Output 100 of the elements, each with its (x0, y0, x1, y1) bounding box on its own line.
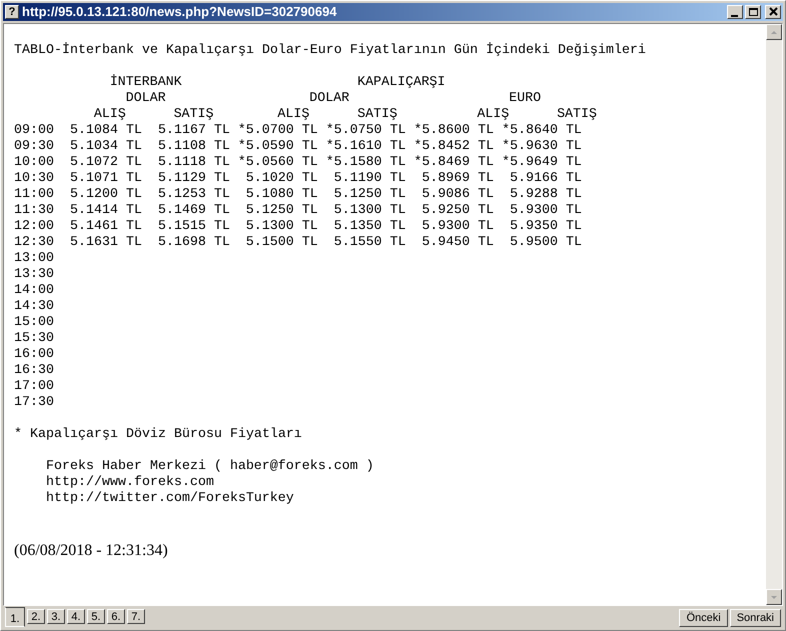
group-header: KAPALIÇARŞI (357, 75, 446, 91)
rate-cell: 5.1469 TL (158, 203, 230, 219)
rate-cell: *5.9649 TL (502, 155, 582, 171)
rate-cell: 5.9450 TL (422, 235, 494, 251)
next-button[interactable]: Sonraki (730, 609, 781, 627)
page-tab[interactable]: 6. (107, 609, 125, 624)
window-title: http://95.0.13.121:80/news.php?NewsID=302790694 (22, 4, 337, 20)
time-cell: 12:30 (14, 235, 54, 251)
source-line: http://www.foreks.com (46, 475, 214, 490)
time-cell: 15:30 (14, 331, 54, 347)
rate-cell: 5.1108 TL (158, 139, 230, 155)
currency-header: DOLAR (309, 91, 350, 107)
rate-cell: 5.1034 TL (70, 139, 142, 155)
time-cell: 10:30 (14, 171, 54, 187)
rate-cell: 5.1631 TL (70, 235, 142, 251)
page-tab[interactable]: 1. (5, 607, 25, 627)
column-header: SATIŞ (174, 107, 214, 123)
rate-cell: 5.1071 TL (70, 171, 142, 187)
rate-cell: 5.9350 TL (510, 219, 582, 235)
rate-cell: 5.9300 TL (510, 203, 582, 219)
previous-button[interactable]: Önceki (679, 609, 728, 627)
rate-cell: 5.1461 TL (70, 219, 142, 235)
scroll-down-icon[interactable] (766, 589, 782, 605)
rate-cell: 5.1253 TL (158, 187, 230, 203)
page-tab[interactable]: 5. (87, 609, 105, 624)
rate-cell: *5.8600 TL (414, 123, 494, 139)
rate-cell: 5.1084 TL (70, 123, 142, 139)
rate-cell: 5.1515 TL (158, 219, 230, 235)
column-header: ALIŞ (94, 107, 126, 123)
rate-cell: *5.0560 TL (238, 155, 318, 171)
scroll-up-icon[interactable] (766, 24, 782, 40)
rate-cell: *5.8469 TL (414, 155, 494, 171)
rate-cell: 5.9166 TL (510, 171, 582, 187)
time-cell: 09:30 (14, 139, 54, 155)
rate-cell: 5.9086 TL (422, 187, 494, 203)
maximize-icon[interactable] (745, 5, 761, 19)
rate-cell: 5.1250 TL (246, 203, 318, 219)
rate-cell: 5.1300 TL (246, 219, 318, 235)
rate-cell: 5.1414 TL (70, 203, 142, 219)
rate-cell: 5.1698 TL (158, 235, 230, 251)
minimize-icon[interactable] (727, 5, 743, 19)
rate-cell: *5.8452 TL (414, 139, 494, 155)
rate-cell: 5.1167 TL (158, 123, 230, 139)
rate-cell: *5.8640 TL (502, 123, 582, 139)
column-header: ALIŞ (277, 107, 310, 123)
page-tab[interactable]: 3. (47, 609, 65, 624)
time-cell: 17:00 (14, 379, 54, 395)
rate-cell: 5.1190 TL (334, 171, 406, 187)
rate-cell: *5.9630 TL (502, 139, 582, 155)
time-cell: 10:00 (14, 155, 54, 171)
column-header: SATIŞ (556, 107, 597, 123)
time-cell: 16:30 (14, 363, 54, 379)
rate-cell: 5.1118 TL (158, 155, 230, 171)
time-cell: 11:30 (14, 203, 54, 219)
rate-cell: *5.0700 TL (238, 123, 318, 139)
page-tab[interactable]: 4. (67, 609, 85, 624)
rate-cell: 5.8969 TL (422, 171, 494, 187)
time-cell: 16:00 (14, 347, 54, 363)
rate-cell: 5.9250 TL (422, 203, 494, 219)
rate-cell: 5.1020 TL (246, 171, 318, 187)
rate-cell: *5.0750 TL (326, 123, 406, 139)
rate-cell: 5.9288 TL (510, 187, 582, 203)
rate-cell: 5.1350 TL (334, 219, 406, 235)
article-title: TABLO-İnterbank ve Kapalıçarşı Dolar-Euro Fiyatlarının Gün İçindeki Değişimleri (14, 43, 646, 58)
rate-cell: 5.1072 TL (70, 155, 142, 171)
footnote: * Kapalıçarşı Döviz Bürosu Fiyatları (14, 427, 302, 442)
time-cell: 13:00 (14, 251, 54, 267)
rate-cell: *5.0590 TL (238, 139, 318, 155)
page-tab[interactable]: 7. (127, 609, 145, 624)
timestamp: (06/08/2018 - 12:31:34) (14, 542, 168, 559)
source-line: Foreks Haber Merkezi ( haber@foreks.com ) (46, 459, 374, 474)
rate-cell: 5.1300 TL (334, 203, 406, 219)
rate-cell: *5.1610 TL (326, 139, 406, 155)
rate-cell: 5.1250 TL (334, 187, 406, 203)
rate-cell: *5.1580 TL (326, 155, 406, 171)
time-cell: 09:00 (14, 123, 54, 139)
rate-cell: 5.1200 TL (70, 187, 142, 203)
time-cell: 15:00 (14, 315, 54, 331)
column-header: ALIŞ (477, 107, 510, 123)
column-header: SATIŞ (357, 107, 398, 123)
currency-header: EURO (509, 91, 542, 107)
close-icon[interactable] (765, 5, 781, 19)
rate-cell: 5.9300 TL (422, 219, 494, 235)
time-cell: 13:30 (14, 267, 54, 283)
rate-cell: 5.1080 TL (246, 187, 318, 203)
help-icon[interactable]: ? (5, 5, 19, 19)
scrollbar[interactable] (766, 24, 782, 605)
page-tab[interactable]: 2. (27, 609, 45, 624)
time-cell: 12:00 (14, 219, 54, 235)
rate-cell: 5.1550 TL (334, 235, 406, 251)
rate-cell: 5.9500 TL (510, 235, 582, 251)
source-line: http://twitter.com/ForeksTurkey (46, 491, 294, 506)
group-header: İNTERBANK (110, 75, 182, 91)
rate-cell: 5.1129 TL (158, 171, 230, 187)
time-cell: 17:30 (14, 395, 54, 411)
rate-cell: 5.1500 TL (246, 235, 318, 251)
time-cell: 14:30 (14, 299, 54, 315)
time-cell: 14:00 (14, 283, 54, 299)
currency-header: DOLAR (126, 91, 166, 107)
time-cell: 11:00 (14, 187, 54, 203)
